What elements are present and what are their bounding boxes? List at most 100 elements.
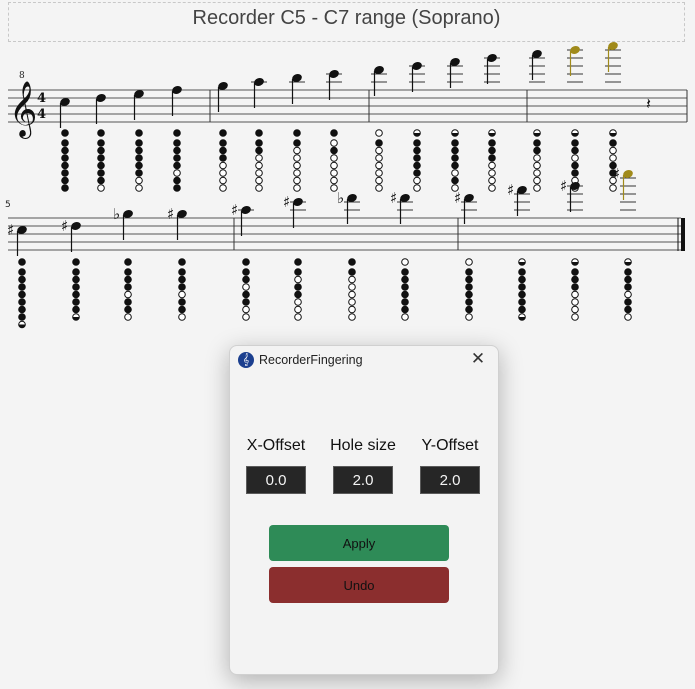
fingering-hole-closed: [219, 139, 227, 147]
fingering-hole-open: [348, 305, 356, 314]
fingering-hole-closed: [97, 154, 105, 162]
fingering-hole-open: [533, 176, 541, 185]
undo-button[interactable]: Undo: [269, 567, 449, 603]
fingering-hole-open: [488, 169, 496, 177]
fingering-hole-open: [571, 290, 579, 299]
fingering-hole-closed: [61, 184, 69, 192]
fingering-hole-open: [135, 176, 143, 185]
fingering-hole-open: [624, 290, 632, 299]
fingering-hole-closed: [375, 139, 383, 147]
octave-marking: 8: [19, 71, 25, 81]
fingering-hole-closed: [518, 268, 526, 276]
fingering-hole-closed: [173, 161, 181, 170]
fingering-hole-closed: [72, 290, 80, 299]
fingering-hole-closed: [178, 268, 186, 276]
fingering-hole-closed: [348, 268, 356, 276]
sharp-sign: ♯: [507, 181, 514, 199]
sharp-sign: ♯: [61, 217, 68, 235]
fingering-hole-closed: [348, 258, 356, 266]
fingering-hole-open: [571, 313, 579, 321]
sharp-sign: ♯: [454, 189, 461, 207]
fingering-hole-closed: [624, 283, 632, 291]
sharp-sign: ♯: [613, 165, 620, 183]
fingering-hole-closed: [571, 146, 579, 155]
sharp-sign: ♯: [283, 193, 290, 211]
fingering-hole-open: [255, 161, 263, 170]
fingering-hole-closed: [178, 305, 186, 314]
measure-number: 5: [5, 200, 11, 210]
fingering-hole-closed: [571, 169, 579, 177]
fingering-hole-open: [401, 313, 409, 321]
fingering-hole-closed: [61, 176, 69, 185]
time-signature-bottom: 4: [37, 107, 46, 122]
fingering-hole-open: [330, 139, 338, 147]
fingering-hole-closed: [255, 129, 263, 137]
fingering-hole-closed: [518, 290, 526, 299]
score-canvas[interactable]: 𝄞8 44 𝄽 ♯ ♯ ♭ ♯ ♯ ♯ ♭ ♯ ♯ ♯ ♯ ♯ 5: [0, 0, 695, 345]
fingering-hole-closed: [255, 146, 263, 155]
fingering-hole-open: [609, 184, 617, 192]
fingering-hole-open: [330, 154, 338, 162]
fingering-hole-closed: [465, 298, 473, 306]
fingering-hole-open: [294, 298, 302, 306]
fingering-hole-open: [401, 258, 409, 266]
fingering-hole-closed: [294, 290, 302, 299]
fingering-hole-closed: [401, 275, 409, 284]
fingering-hole-open: [178, 313, 186, 321]
fingering-hole-open: [255, 154, 263, 162]
fingering-hole-closed: [451, 146, 459, 155]
fingering-hole-open: [219, 161, 227, 170]
x-offset-input[interactable]: [246, 466, 306, 494]
fingering-hole-open: [294, 305, 302, 314]
fingering-hole-closed: [571, 283, 579, 291]
fingering-hole-closed: [18, 268, 26, 276]
fingering-hole-closed: [97, 146, 105, 155]
fingering-hole-closed: [97, 139, 105, 147]
fingering-hole-closed: [465, 283, 473, 291]
fingering-hole-closed: [72, 268, 80, 276]
fingering-hole-closed: [97, 169, 105, 177]
fingering-hole-closed: [413, 169, 421, 177]
fingering-hole-open: [348, 283, 356, 291]
fingering-hole-open: [330, 176, 338, 185]
fingering-hole-open: [571, 154, 579, 162]
hole-size-input[interactable]: [333, 466, 393, 494]
y-offset-input[interactable]: [420, 466, 480, 494]
apply-button[interactable]: Apply: [269, 525, 449, 561]
fingering-hole-closed: [18, 305, 26, 314]
fingering-hole-open: [219, 169, 227, 177]
time-signature-top: 4: [37, 91, 46, 106]
fingering-hole-closed: [219, 129, 227, 137]
fingering-hole-closed: [571, 268, 579, 276]
fingering-hole-open: [375, 146, 383, 155]
fingering-hole-open: [124, 313, 132, 321]
quarter-rest: 𝄽: [646, 94, 651, 113]
fingering-hole-open: [293, 169, 301, 177]
fingering-hole-open: [533, 184, 541, 192]
fingering-hole-open: [571, 305, 579, 314]
fingering-hole-open: [294, 275, 302, 284]
fingering-hole-closed: [624, 275, 632, 284]
fingering-hole-closed: [72, 298, 80, 306]
fingering-hole-closed: [178, 258, 186, 266]
fingering-hole-closed: [124, 275, 132, 284]
fingering-hole-open: [571, 298, 579, 306]
fingering-hole-closed: [518, 275, 526, 284]
fingering-hole-closed: [294, 258, 302, 266]
final-barline: [681, 218, 685, 251]
fingering-hole-open: [375, 176, 383, 185]
fingering-hole-open: [293, 154, 301, 162]
fingering-hole-closed: [173, 139, 181, 147]
fingering-hole-open: [488, 161, 496, 170]
fingering-hole-open: [348, 275, 356, 284]
fingering-hole-open: [375, 154, 383, 162]
musescore-logo-icon: 𝄞: [238, 352, 254, 368]
fingering-hole-closed: [624, 305, 632, 314]
fingering-hole-closed: [401, 305, 409, 314]
fingering-hole-closed: [624, 298, 632, 306]
close-icon[interactable]: ✕: [466, 348, 490, 370]
fingering-hole-closed: [72, 305, 80, 314]
fingering-hole-closed: [401, 290, 409, 299]
fingering-hole-closed: [293, 129, 301, 137]
fingering-hole-open: [488, 184, 496, 192]
